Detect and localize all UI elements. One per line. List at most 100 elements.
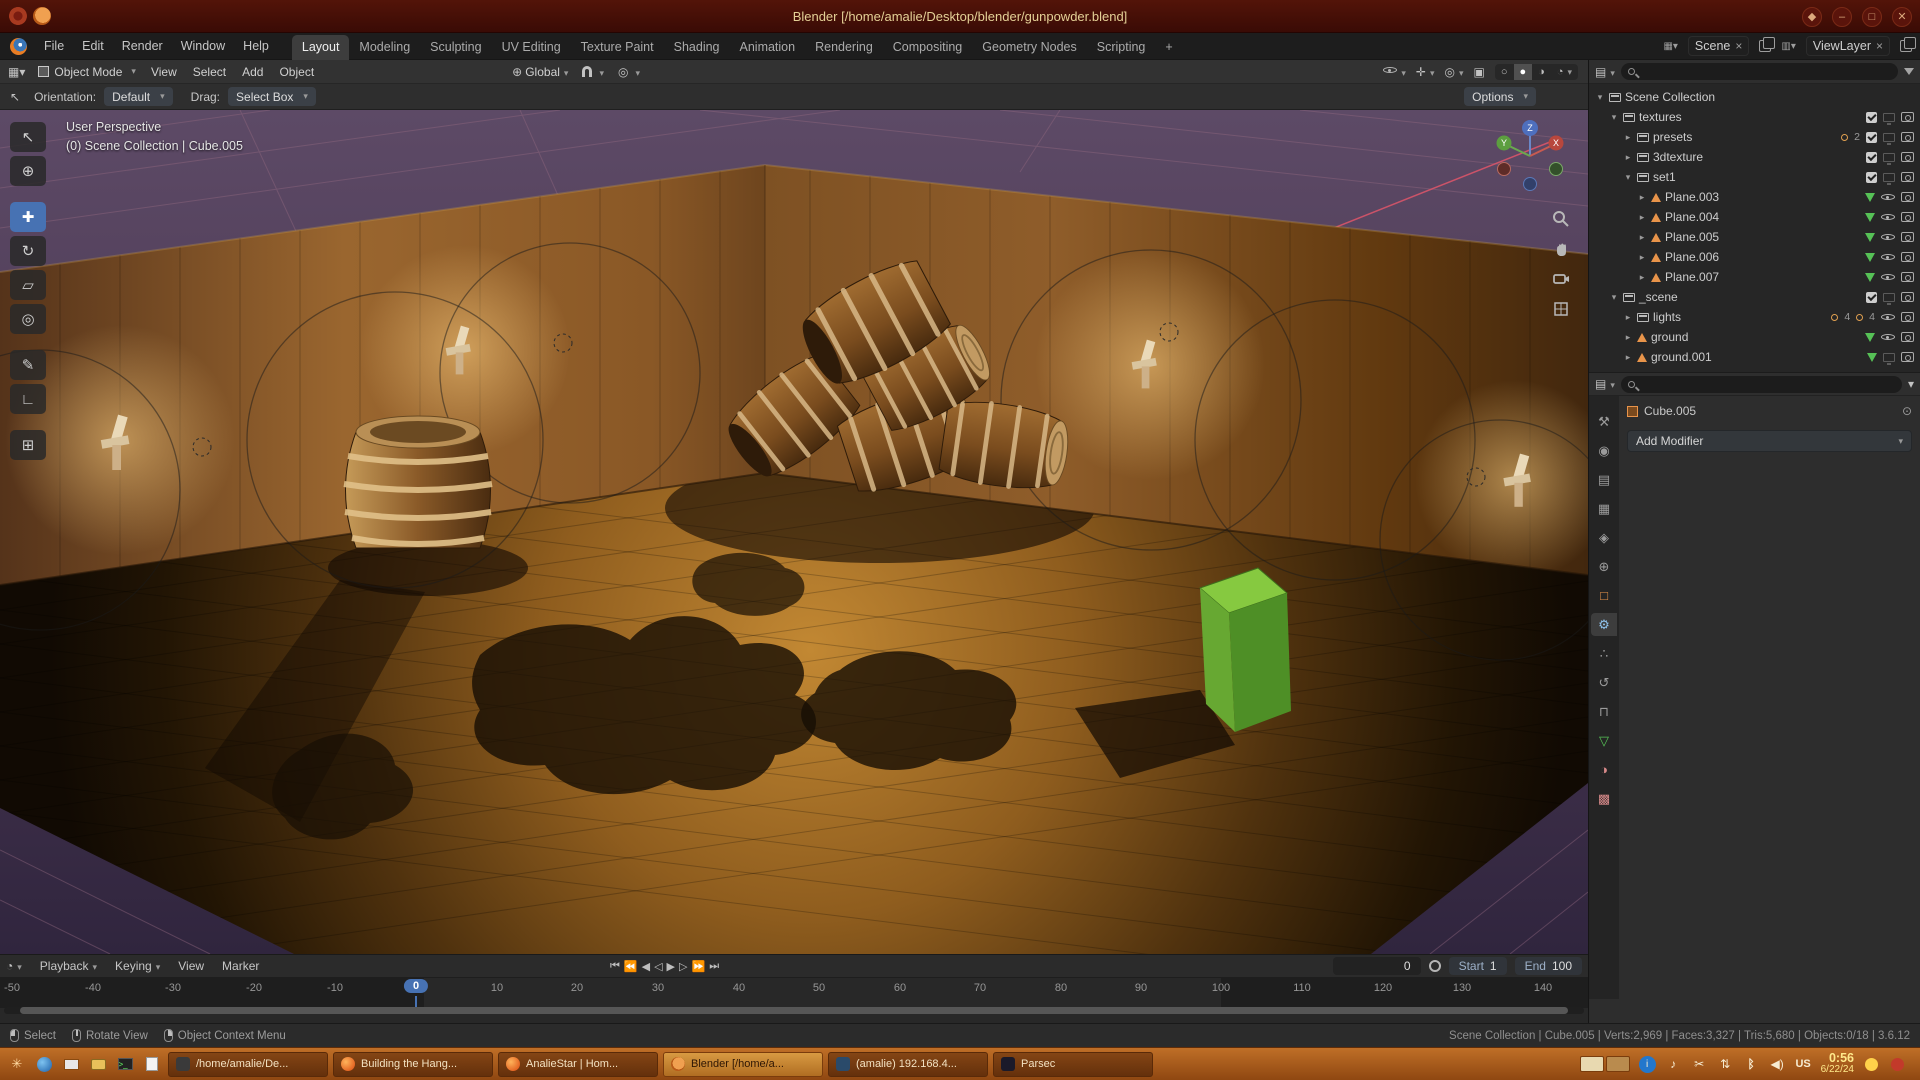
xray-toggle[interactable]: ▣ (1474, 65, 1485, 79)
menu-edit[interactable]: Edit (73, 35, 113, 57)
taskbar-window-remote[interactable]: (amalie) 192.168.4... (828, 1052, 988, 1077)
timeline-view-menu[interactable]: View (170, 956, 212, 976)
weather-icon[interactable] (1863, 1056, 1880, 1073)
playback-menu[interactable]: Playback (32, 956, 105, 976)
menu-view[interactable]: View (143, 62, 185, 82)
viewlayer-new-icon[interactable] (1900, 40, 1912, 52)
properties-editor-type-icon[interactable]: ▤ (1595, 377, 1615, 391)
hide-viewport-icon[interactable] (1881, 271, 1895, 283)
gizmo-x-neg[interactable] (1498, 163, 1511, 176)
scene-tab[interactable]: ◈ (1591, 526, 1617, 549)
scene-browse-icon[interactable]: ▦▾ (1663, 41, 1677, 52)
frame-end-field[interactable]: End 100 (1515, 957, 1582, 975)
disable-render-icon[interactable] (1901, 272, 1914, 282)
viewlayer-remove-icon[interactable] (1876, 39, 1883, 53)
constraints-tab[interactable]: ⊓ (1591, 700, 1617, 723)
snap-dropdown[interactable] (595, 65, 604, 79)
disable-render-icon[interactable] (1901, 132, 1914, 142)
outliner-item-label[interactable]: Plane.004 (1665, 210, 1719, 224)
disable-render-icon[interactable] (1901, 152, 1914, 162)
info-tray-icon[interactable]: i (1639, 1056, 1656, 1073)
menu-add[interactable]: Add (234, 62, 271, 82)
outliner-search[interactable] (1621, 63, 1898, 80)
disable-viewport-icon[interactable] (1883, 113, 1895, 122)
timeline-editor-type-icon[interactable]: ◔ (6, 959, 22, 973)
proportional-edit-icon[interactable]: ◎ (618, 65, 628, 79)
taskbar-window-browser-1[interactable]: Building the Hang... (333, 1052, 493, 1077)
transform-orientation-dropdown[interactable]: Global (525, 65, 568, 79)
marker-menu[interactable]: Marker (214, 956, 267, 976)
viewlayer-browse-icon[interactable]: ▥▾ (1781, 41, 1795, 52)
tab-animation[interactable]: Animation (730, 35, 806, 60)
disable-viewport-icon[interactable] (1883, 173, 1895, 182)
keying-menu[interactable]: Keying (107, 956, 168, 976)
prev-keyframe-button[interactable]: ⏪ (624, 960, 638, 973)
mail-client-icon[interactable] (60, 1053, 82, 1075)
gizmos-dropdown[interactable]: ✛ (1416, 65, 1435, 79)
tab-shading[interactable]: Shading (664, 35, 730, 60)
transform-tool[interactable]: ◎ (10, 304, 46, 334)
mode-dropdown[interactable]: Object Mode (31, 63, 143, 81)
ortho-perspective-control[interactable] (1548, 296, 1574, 322)
properties-options-icon[interactable]: ▾ (1908, 377, 1914, 391)
frame-start-field[interactable]: Start 1 (1449, 957, 1507, 975)
object-data-tab[interactable]: ▽ (1591, 729, 1617, 752)
hide-viewport-icon[interactable] (1881, 311, 1895, 323)
disclosure-icon[interactable]: ▸ (1623, 312, 1633, 323)
scene-new-icon[interactable] (1759, 40, 1771, 52)
shade-button[interactable]: ◆ (1802, 7, 1822, 27)
menu-object[interactable]: Object (271, 62, 322, 82)
options-dropdown[interactable]: Options (1464, 87, 1536, 106)
disable-viewport-icon[interactable] (1883, 353, 1895, 362)
outliner-item-label[interactable]: lights (1653, 310, 1681, 324)
pin-icon[interactable]: ⊙ (1902, 404, 1912, 418)
prev-frame-button[interactable]: ◀ (642, 960, 650, 973)
web-browser-icon[interactable] (33, 1053, 55, 1075)
music-tray-icon[interactable]: ♪ (1665, 1056, 1682, 1073)
outliner-row-textures[interactable]: ▾ textures (1589, 107, 1920, 127)
overlays-dropdown[interactable]: ◎ (1444, 65, 1463, 79)
next-keyframe-button[interactable]: ⏩ (691, 960, 705, 973)
viewlayer-selector[interactable]: ViewLayer (1806, 36, 1890, 56)
terminal-icon[interactable]: >_ (114, 1053, 136, 1075)
add-modifier-dropdown[interactable]: Add Modifier ▾ (1627, 430, 1912, 452)
outliner-item-label[interactable]: textures (1639, 110, 1682, 124)
disclosure-icon[interactable]: ▸ (1623, 152, 1633, 163)
outliner-row-plane-006[interactable]: ▸ Plane.006 (1589, 247, 1920, 267)
keyboard-layout-indicator[interactable]: US (1795, 1056, 1812, 1073)
network-tray-icon[interactable]: ⇅ (1717, 1056, 1734, 1073)
shading-wireframe-icon[interactable]: ○ (1495, 64, 1514, 80)
disable-render-icon[interactable] (1901, 312, 1914, 322)
jump-to-start-button[interactable]: ⏮ (610, 960, 620, 973)
select-box-tool[interactable]: ↖ (10, 122, 46, 152)
move-tool[interactable]: ✚ (10, 202, 46, 232)
texture-tab[interactable]: ▩ (1591, 787, 1617, 810)
proportional-edit-controls[interactable]: ◎ (618, 65, 640, 79)
disclosure-icon[interactable]: ▸ (1623, 332, 1633, 343)
outliner-row-plane-007[interactable]: ▸ Plane.007 (1589, 267, 1920, 287)
collection-checkbox[interactable] (1866, 292, 1877, 303)
output-tab[interactable]: ▤ (1591, 468, 1617, 491)
disable-render-icon[interactable] (1901, 112, 1914, 122)
disclosure-icon[interactable]: ▸ (1623, 352, 1633, 363)
outliner-row-presets[interactable]: ▸ presets 2 (1589, 127, 1920, 147)
tab-sculpting[interactable]: Sculpting (420, 35, 491, 60)
hide-viewport-icon[interactable] (1881, 211, 1895, 223)
cursor-tool[interactable]: ⊕ (10, 156, 46, 186)
navigation-gizmo[interactable]: Z X Y (1488, 114, 1572, 198)
outliner-item-label[interactable]: Plane.005 (1665, 230, 1719, 244)
properties-search[interactable] (1621, 376, 1902, 393)
taskbar-window-blender[interactable]: Blender [/home/a... (663, 1052, 823, 1077)
bluetooth-tray-icon[interactable]: ᛒ (1743, 1056, 1760, 1073)
hide-viewport-icon[interactable] (1881, 231, 1895, 243)
modifier-tab[interactable]: ⚙ (1591, 613, 1617, 636)
volume-tray-icon[interactable]: ◀) (1769, 1056, 1786, 1073)
view-layer-tab[interactable]: ▦ (1591, 497, 1617, 520)
scale-tool[interactable]: ▱ (10, 270, 46, 300)
disclosure-icon[interactable]: ▾ (1609, 292, 1619, 303)
object-tab[interactable]: □ (1591, 584, 1617, 607)
menu-render[interactable]: Render (113, 35, 172, 57)
outliner-row-scene[interactable]: ▾ _scene (1589, 287, 1920, 307)
outliner-item-label[interactable]: ground.001 (1651, 350, 1712, 364)
outliner-item-label[interactable]: 3dtexture (1653, 150, 1703, 164)
